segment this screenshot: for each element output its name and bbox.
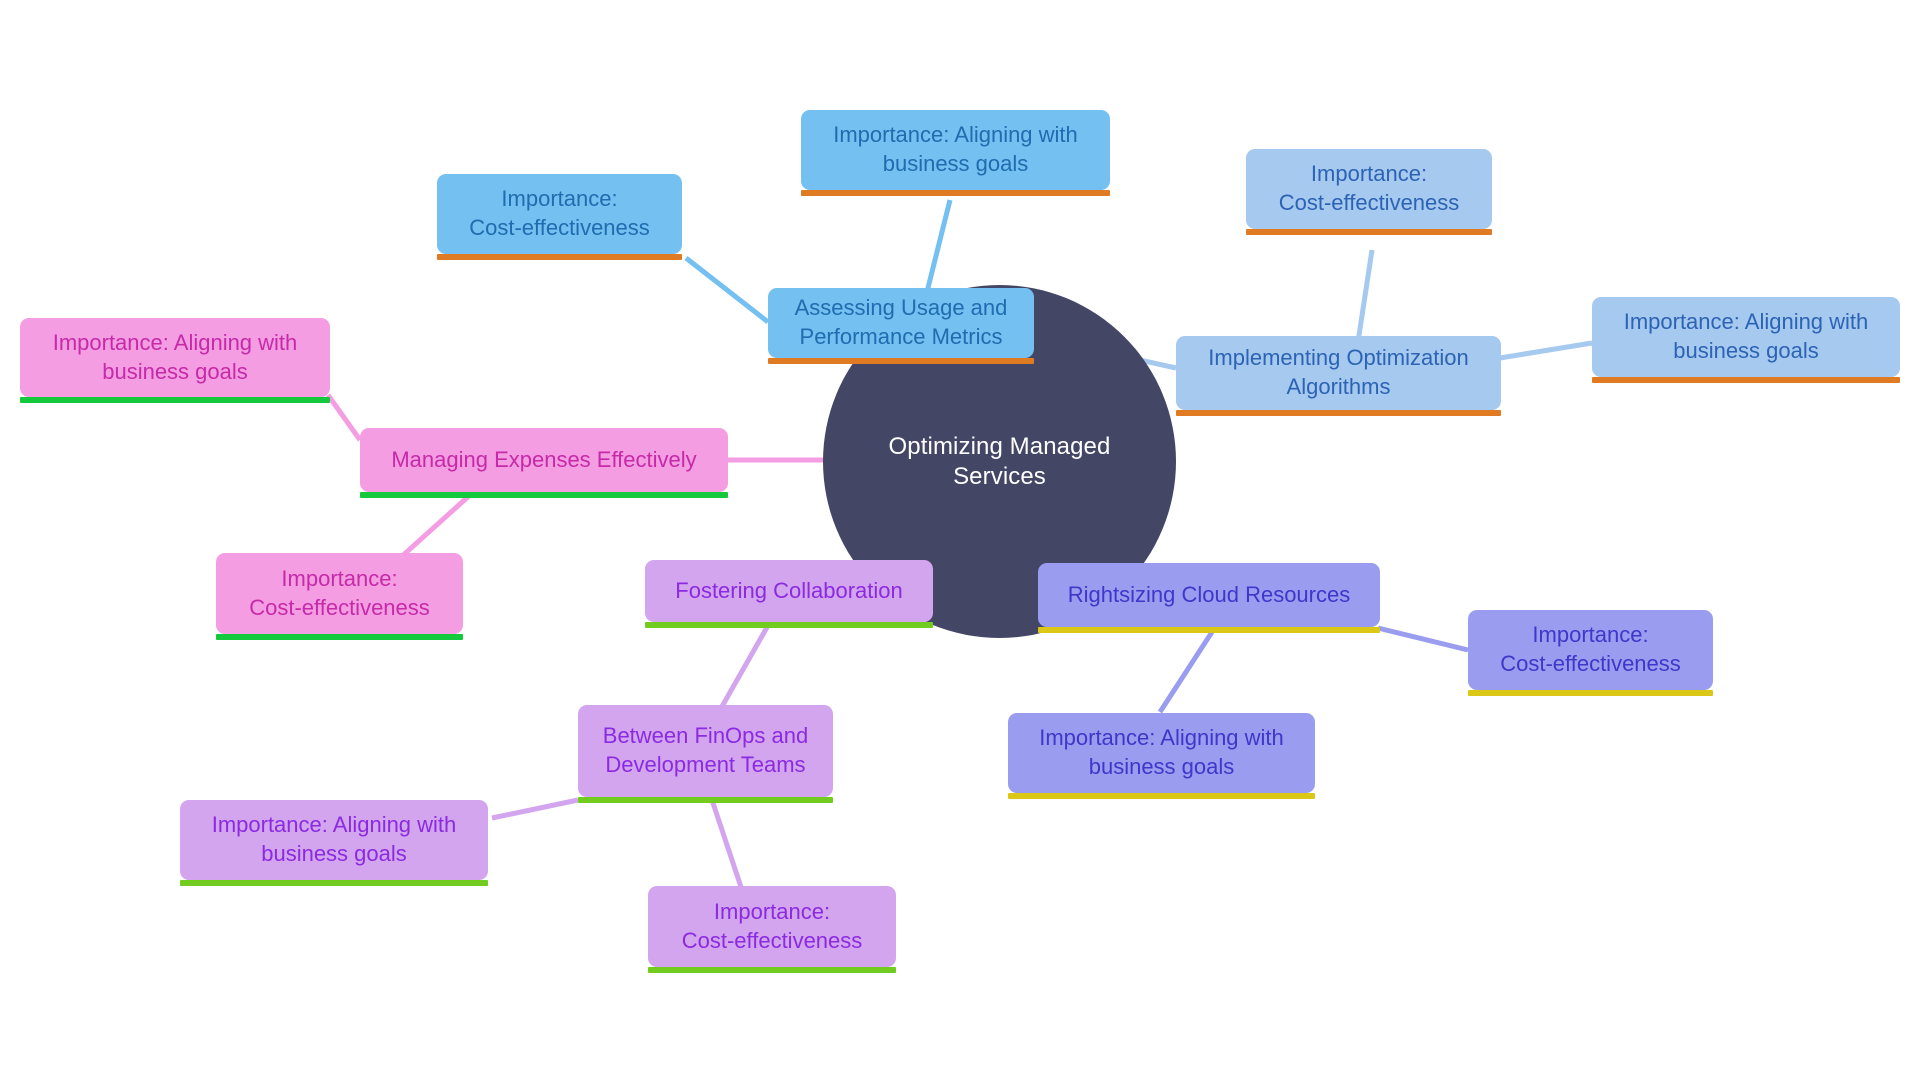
leaf-node-rightsizing-c1[interactable]: Importance: Cost-effectiveness	[1468, 610, 1713, 696]
leaf-underline-rightsizing-c2	[1008, 793, 1315, 799]
mindmap-canvas: Optimizing Managed Services Assessing Us…	[0, 0, 1920, 1080]
branch-underline-assessing	[768, 358, 1034, 364]
leaf-node-assessing-c1[interactable]: Importance: Aligning with business goals	[801, 110, 1110, 196]
root-node-label: Optimizing Managed Services	[888, 432, 1111, 490]
leaf-node-assessing-c2[interactable]: Importance: Cost-effectiveness	[437, 174, 682, 260]
leaf-node-assessing-c1-label: Importance: Aligning with business goals	[833, 122, 1078, 176]
leaf-node-managing-c2-label: Importance: Cost-effectiveness	[249, 565, 430, 620]
leaf-node-implementing-c2-label: Importance: Aligning with business goals	[1623, 309, 1869, 363]
leaf-underline-managing-c2	[216, 634, 463, 640]
leaf-underline-fostering-c3	[648, 967, 896, 973]
edge-assessing-c1	[922, 199, 953, 301]
edge-rightsizing-c1	[1377, 625, 1469, 653]
edge-assessing-c2	[684, 256, 770, 324]
leaf-node-implementing-c2[interactable]: Importance: Aligning with business goals	[1592, 297, 1900, 383]
leaf-node-managing-c1-label: Importance: Aligning with business goals	[52, 329, 298, 384]
branch-node-rightsizing-label: Rightsizing Cloud Resources	[1067, 581, 1351, 607]
leaf-node-fostering-c1-label: Between FinOps and Development Teams	[602, 723, 809, 777]
leaf-node-assessing-c2-label: Importance: Cost-effectiveness	[469, 186, 650, 240]
leaf-node-implementing-c1-label: Importance: Cost-effectiveness	[1278, 161, 1460, 215]
leaf-underline-fostering-c2	[180, 880, 488, 886]
branch-underline-implementing	[1176, 410, 1501, 416]
leaf-underline-implementing-c2	[1592, 377, 1900, 383]
edge-implementing-c2	[1499, 340, 1593, 361]
leaf-underline-fostering-c1	[578, 797, 833, 803]
branch-underline-rightsizing	[1038, 627, 1380, 633]
branch-node-implementing-label: Implementing Optimization Algorithms	[1208, 345, 1469, 399]
branch-node-fostering[interactable]: Fostering Collaboration	[645, 560, 933, 628]
branch-underline-managing	[360, 492, 728, 498]
edge-managing-c2	[398, 493, 472, 560]
branch-underline-fostering	[645, 622, 933, 628]
leaf-node-managing-c1[interactable]: Importance: Aligning with business goals	[20, 318, 330, 403]
leaf-node-fostering-c3[interactable]: Importance: Cost-effectiveness	[648, 886, 896, 973]
branch-node-rightsizing[interactable]: Rightsizing Cloud Resources	[1038, 563, 1380, 633]
edge-fostering-c1	[717, 620, 773, 712]
leaf-node-fostering-c2[interactable]: Importance: Aligning with business goals	[180, 800, 488, 886]
leaf-underline-assessing-c2	[437, 254, 682, 260]
branch-node-assessing-label: Assessing Usage and Performance Metrics	[794, 295, 1008, 349]
leaf-node-fostering-c1[interactable]: Between FinOps and Development Teams	[578, 705, 833, 803]
edge-implementing-c1	[1355, 249, 1375, 343]
edge-managing-c1	[325, 393, 363, 442]
edge-fostering-c3	[709, 799, 745, 891]
leaf-underline-implementing-c1	[1246, 229, 1492, 235]
leaf-node-rightsizing-c2-label: Importance: Aligning with business goals	[1039, 725, 1284, 779]
branch-node-fostering-label: Fostering Collaboration	[675, 577, 903, 603]
edge-fostering-c2	[491, 797, 579, 821]
leaf-node-managing-c2[interactable]: Importance: Cost-effectiveness	[216, 553, 463, 640]
branch-node-managing[interactable]: Managing Expenses Effectively	[360, 428, 728, 498]
leaf-underline-rightsizing-c1	[1468, 690, 1713, 696]
branch-node-implementing[interactable]: Implementing Optimization Algorithms	[1176, 336, 1501, 416]
leaf-node-fostering-c3-label: Importance: Cost-effectiveness	[681, 898, 863, 953]
leaf-node-implementing-c1[interactable]: Importance: Cost-effectiveness	[1246, 149, 1492, 235]
leaf-node-rightsizing-c2[interactable]: Importance: Aligning with business goals	[1008, 713, 1315, 799]
leaf-underline-assessing-c1	[801, 190, 1110, 196]
branch-node-assessing[interactable]: Assessing Usage and Performance Metrics	[768, 288, 1034, 364]
leaf-node-fostering-c2-label: Importance: Aligning with business goals	[211, 812, 457, 866]
leaf-node-rightsizing-c1-label: Importance: Cost-effectiveness	[1500, 622, 1681, 676]
leaf-underline-managing-c1	[20, 397, 330, 403]
branch-node-managing-label: Managing Expenses Effectively	[391, 446, 697, 472]
edge-rightsizing-c2	[1157, 630, 1215, 714]
